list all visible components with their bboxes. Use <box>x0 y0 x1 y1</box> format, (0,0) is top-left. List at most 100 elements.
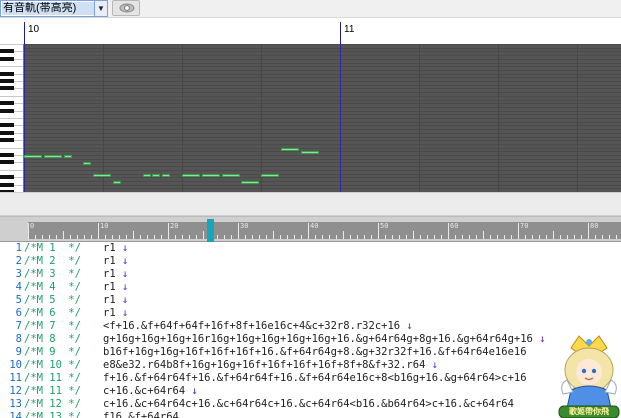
mml-code[interactable]: c+16.&c+64r64c+16.&c+64r64c+16.&c+64r64<… <box>103 398 520 411</box>
black-key[interactable] <box>0 101 14 105</box>
code-line[interactable]: 11/*M 11 */ f+16.&f+64r64f+16.&f+64r64f+1… <box>0 372 621 385</box>
ruler-tick <box>161 235 162 239</box>
grid-row-line <box>24 140 621 141</box>
mml-code[interactable]: r1 ↓ <box>103 242 128 255</box>
mml-code[interactable]: g+16g+16g+16g+16r16g+16g+16g+16g+16g+16.… <box>103 333 546 346</box>
mml-code[interactable]: e8&e32.r64b8f+16g+16g+16f+16f+16f+16f+8f… <box>103 359 438 372</box>
black-key[interactable] <box>0 72 14 76</box>
grid-row-line <box>24 170 621 171</box>
measure-number-11: 11 <box>344 24 355 35</box>
black-key[interactable] <box>0 49 14 53</box>
code-line[interactable]: 14/*M 13 */ f16.&f+64r64 <box>0 411 621 418</box>
midi-note[interactable] <box>222 174 240 177</box>
badge-text: 歌姬帶你飛 <box>569 407 609 416</box>
grid-row-line <box>24 63 621 64</box>
mml-code-editor[interactable]: 1/*M 1 */r1 ↓ 2/*M 2 */r1 ↓ 3/*M 3 */r1 ↓ 4… <box>0 242 621 418</box>
code-line[interactable]: 5/*M 5 */ r1 ↓ <box>0 294 621 307</box>
midi-note[interactable] <box>241 181 259 184</box>
white-key-divider <box>0 148 23 149</box>
midi-note[interactable] <box>24 155 42 158</box>
black-key[interactable] <box>0 138 14 142</box>
midi-note[interactable] <box>301 151 319 154</box>
code-line[interactable]: 8/*M 8 */ g+16g+16g+16g+16r16g+16g+16g+16… <box>0 333 621 346</box>
ruler-tick <box>343 231 344 239</box>
code-line[interactable]: 7/*M 7 */ <f+16.&f+64f+64f+16f+8f+16e16c+… <box>0 320 621 333</box>
midi-note[interactable] <box>143 174 151 177</box>
black-key[interactable] <box>0 131 14 135</box>
black-key[interactable] <box>0 123 14 127</box>
mml-code[interactable]: r1 ↓ <box>103 281 128 294</box>
mml-code[interactable]: r1 ↓ <box>103 307 128 320</box>
white-key-divider <box>0 118 23 119</box>
ruler-tick <box>385 235 386 239</box>
measure-comment: /*M 2 */ <box>24 255 81 267</box>
midi-note[interactable] <box>64 155 72 158</box>
ruler-tick <box>35 235 36 239</box>
black-key[interactable] <box>0 160 14 164</box>
code-line[interactable]: 6/*M 6 */ r1 ↓ <box>0 307 621 320</box>
ruler-tick <box>469 235 470 239</box>
line-number: 11 <box>9 372 22 384</box>
column-caret-marker[interactable] <box>207 219 214 243</box>
grid-row-line <box>24 100 621 101</box>
midi-note[interactable] <box>281 148 299 151</box>
midi-note[interactable] <box>182 174 200 177</box>
piano-keyboard[interactable] <box>0 44 24 192</box>
black-key[interactable] <box>0 86 14 90</box>
mml-code[interactable]: <f+16.&f+64f+64f+16f+8f+16e16c+4&c+32r8.… <box>103 320 413 333</box>
ruler-tick <box>511 235 512 239</box>
ruler-tick <box>329 235 330 239</box>
ruler-tick <box>259 235 260 239</box>
ruler-tick <box>406 235 407 239</box>
midi-note[interactable] <box>261 174 279 177</box>
midi-note[interactable] <box>83 162 91 165</box>
black-key[interactable] <box>0 183 14 187</box>
code-line[interactable]: 10/*M 10 */ e8&e32.r64b8f+16g+16g+16f+16f… <box>0 359 621 372</box>
grid-row-line <box>24 114 621 115</box>
black-key[interactable] <box>0 153 14 157</box>
black-key[interactable] <box>0 175 14 179</box>
ruler-number: 20 <box>170 222 179 230</box>
chevron-down-icon[interactable]: ▼ <box>94 1 107 16</box>
mml-code-text: c+16.&c+64r64c+16.&c+64r64c+16.&c+64r64<… <box>103 398 514 410</box>
ruler-number: 80 <box>590 222 599 230</box>
line-break-marker: ↓ <box>191 385 198 397</box>
track-selector-dropdown[interactable]: 有音軌(帯高亮) ▼ <box>0 0 108 17</box>
preview-button[interactable] <box>112 0 140 16</box>
panel-separator[interactable] <box>0 192 621 216</box>
grid-beat-line <box>498 44 499 192</box>
code-line[interactable]: 9/*M 9 */ b16f+16g+16g+16f+16f+16f+16.&f+… <box>0 346 621 359</box>
code-line[interactable]: 3/*M 3 */ r1 ↓ <box>0 268 621 281</box>
mml-code[interactable]: r1 ↓ <box>103 255 128 268</box>
midi-note[interactable] <box>202 174 220 177</box>
ruler-tick <box>315 235 316 239</box>
ruler-tick <box>63 231 64 239</box>
midi-note[interactable] <box>93 174 111 177</box>
mml-code[interactable]: r1 ↓ <box>103 294 128 307</box>
ruler-tick <box>595 235 596 239</box>
code-line[interactable]: 1/*M 1 */ r1 ↓ <box>0 242 621 255</box>
black-key[interactable] <box>0 79 14 83</box>
code-line[interactable]: 4/*M 4 */ r1 ↓ <box>0 281 621 294</box>
ruler-tick <box>462 235 463 239</box>
midi-note[interactable] <box>152 174 160 177</box>
code-line[interactable]: 13/*M 12 */ c+16.&c+64r64c+16.&c+64r64c+1… <box>0 398 621 411</box>
piano-roll-grid[interactable] <box>24 44 621 192</box>
measure-comment: /*M 9 */ <box>24 346 81 358</box>
measure-ruler[interactable]: 10 11 <box>24 22 621 44</box>
black-key[interactable] <box>0 57 14 61</box>
grid-row-line <box>24 155 621 156</box>
ruler-tick <box>147 235 148 239</box>
mml-code[interactable]: b16f+16g+16g+16f+16f+16f+16.&f+64r64g+8.… <box>103 346 533 359</box>
mml-code[interactable]: r1 ↓ <box>103 268 128 281</box>
code-line[interactable]: 2/*M 2 */ r1 ↓ <box>0 255 621 268</box>
mml-code[interactable]: f+16.&f+64r64f+16.&f+64r64f+16.&f+64r64e… <box>103 372 533 385</box>
code-line[interactable]: 12/*M 11 */ c+16.&c+64r64 ↓ <box>0 385 621 398</box>
midi-note[interactable] <box>162 174 170 177</box>
midi-note[interactable] <box>113 181 121 184</box>
black-key[interactable] <box>0 109 14 113</box>
mml-code[interactable]: f16.&f+64r64 <box>103 411 185 418</box>
ruler-tick <box>308 223 309 239</box>
midi-note[interactable] <box>44 155 62 158</box>
mml-code[interactable]: c+16.&c+64r64 ↓ <box>103 385 198 398</box>
